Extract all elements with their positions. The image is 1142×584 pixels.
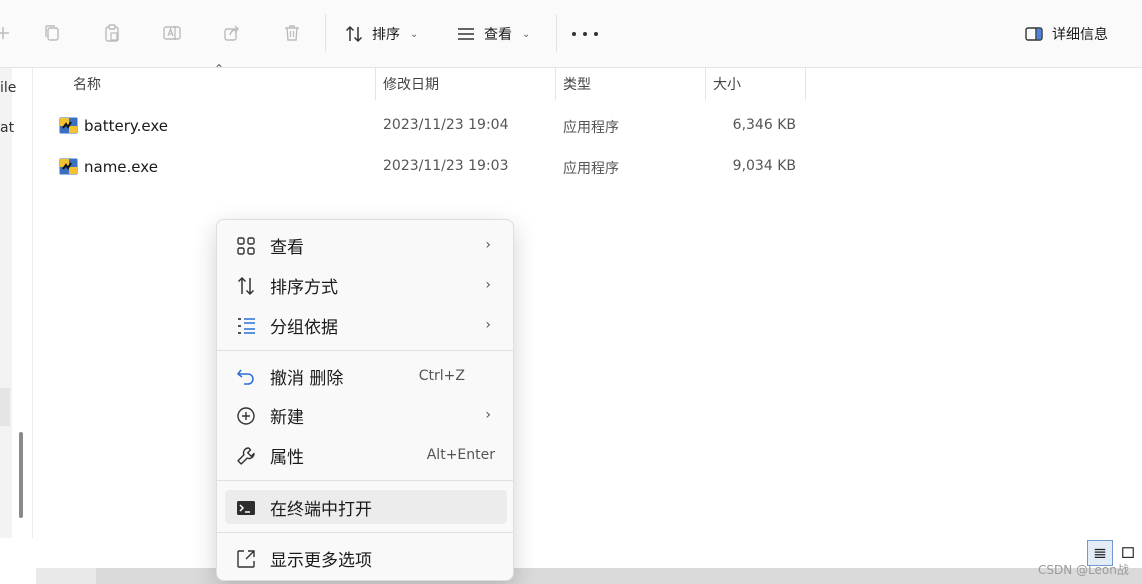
view-button[interactable]: 查看 ⌄ bbox=[456, 18, 530, 50]
column-divider[interactable] bbox=[705, 68, 706, 100]
file-name: name.exe bbox=[84, 158, 158, 176]
menu-separator bbox=[217, 480, 513, 481]
sort-label: 排序 bbox=[372, 27, 400, 43]
details-pane-icon bbox=[1025, 27, 1043, 41]
chevron-down-icon: ⌄ bbox=[522, 28, 531, 40]
chevron-right-icon: › bbox=[485, 277, 491, 293]
menu-item-label: 排序方式 bbox=[270, 277, 338, 298]
navigation-pane[interactable] bbox=[0, 68, 12, 538]
details-pane-button[interactable]: 详细信息 bbox=[1024, 18, 1108, 50]
rename-icon[interactable] bbox=[159, 20, 185, 46]
file-row[interactable]: name.exe 2023/11/23 19:03 应用程序 9,034 KB bbox=[33, 147, 813, 187]
delete-icon[interactable] bbox=[279, 20, 305, 46]
nav-item-selected[interactable] bbox=[0, 388, 10, 426]
view-lines-icon bbox=[458, 28, 474, 40]
menu-item-properties[interactable]: 属性 Alt+Enter bbox=[225, 438, 507, 472]
menu-item-view[interactable]: 查看 › bbox=[225, 228, 507, 262]
file-size: 9,034 KB bbox=[732, 158, 796, 174]
menu-item-label: 属性 bbox=[270, 447, 304, 468]
menu-item-shortcut: Alt+Enter bbox=[426, 447, 495, 463]
nav-item-label[interactable]: at bbox=[0, 120, 14, 136]
exe-file-icon bbox=[59, 158, 78, 175]
chevron-right-icon: › bbox=[485, 407, 491, 423]
menu-item-new[interactable]: 新建 › bbox=[225, 398, 507, 432]
column-header-type[interactable]: 类型 bbox=[563, 68, 591, 100]
copy-icon[interactable] bbox=[39, 20, 65, 46]
column-header-size[interactable]: 大小 bbox=[713, 68, 741, 100]
sort-caret-icon: ⌃ bbox=[214, 62, 225, 76]
nav-scrollbar[interactable] bbox=[19, 432, 23, 518]
new-icon[interactable] bbox=[0, 20, 16, 46]
menu-item-group-by[interactable]: 分组依据 › bbox=[225, 308, 507, 342]
file-date: 2023/11/23 19:04 bbox=[383, 117, 509, 133]
details-label: 详细信息 bbox=[1052, 27, 1108, 43]
wrench-icon bbox=[235, 445, 257, 467]
menu-item-label: 查看 bbox=[270, 237, 304, 258]
column-header-name[interactable]: 名称 bbox=[73, 68, 101, 100]
file-type: 应用程序 bbox=[563, 120, 619, 136]
file-type: 应用程序 bbox=[563, 161, 619, 177]
chevron-right-icon: › bbox=[485, 237, 491, 253]
menu-item-label: 在终端中打开 bbox=[270, 499, 372, 520]
nav-item-label[interactable]: ile bbox=[0, 80, 16, 96]
menu-item-sort-by[interactable]: 排序方式 › bbox=[225, 268, 507, 302]
group-icon bbox=[235, 315, 257, 337]
file-date: 2023/11/23 19:03 bbox=[383, 158, 509, 174]
column-divider[interactable] bbox=[805, 68, 806, 100]
file-name: battery.exe bbox=[84, 117, 168, 135]
terminal-icon bbox=[235, 497, 257, 519]
paste-icon[interactable] bbox=[99, 20, 125, 46]
menu-item-label: 显示更多选项 bbox=[270, 550, 372, 571]
menu-item-show-more-options[interactable]: 显示更多选项 bbox=[225, 541, 507, 575]
sort-button[interactable]: 排序 ⌄ bbox=[344, 18, 418, 50]
chevron-right-icon: › bbox=[485, 317, 491, 333]
toolbar-divider bbox=[556, 14, 557, 52]
file-row[interactable]: battery.exe 2023/11/23 19:04 应用程序 6,346 … bbox=[33, 106, 813, 146]
menu-item-undo-delete[interactable]: 撤消 删除 Ctrl+Z bbox=[225, 359, 507, 393]
column-header-date[interactable]: 修改日期 bbox=[383, 68, 439, 100]
new-plus-icon bbox=[235, 405, 257, 427]
chevron-down-icon: ⌄ bbox=[410, 28, 419, 40]
more-options-icon bbox=[235, 548, 257, 570]
menu-item-shortcut: Ctrl+Z bbox=[418, 368, 465, 384]
menu-separator bbox=[217, 350, 513, 351]
watermark: CSDN @Leon战 bbox=[1038, 563, 1129, 577]
context-menu: 查看 › 排序方式 › 分组依据 › 撤消 删除 Ctrl+Z 新建 › 属性 … bbox=[216, 219, 514, 581]
share-icon[interactable] bbox=[219, 20, 245, 46]
menu-item-label: 分组依据 bbox=[270, 317, 338, 338]
menu-separator bbox=[217, 532, 513, 533]
column-divider[interactable] bbox=[375, 68, 376, 100]
menu-item-open-in-terminal[interactable]: 在终端中打开 bbox=[225, 490, 507, 524]
exe-file-icon bbox=[59, 117, 78, 134]
view-label: 查看 bbox=[484, 27, 512, 43]
command-bar: 排序 ⌄ 查看 ⌄ 详细信息 bbox=[0, 0, 1142, 68]
sort-icon bbox=[235, 275, 257, 297]
grid-icon bbox=[235, 235, 257, 257]
toolbar-divider bbox=[325, 14, 326, 52]
more-icon[interactable] bbox=[572, 18, 598, 50]
file-size: 6,346 KB bbox=[732, 117, 796, 133]
sort-arrows-icon bbox=[345, 25, 363, 43]
menu-item-label: 新建 bbox=[270, 407, 304, 428]
file-explorer-window: 排序 ⌄ 查看 ⌄ 详细信息 ile at ⌃ 名称 修改日期 类型 大小 ba… bbox=[0, 0, 1142, 584]
undo-icon bbox=[235, 366, 257, 388]
menu-item-label: 撤消 删除 bbox=[270, 368, 344, 389]
column-divider[interactable] bbox=[555, 68, 556, 100]
